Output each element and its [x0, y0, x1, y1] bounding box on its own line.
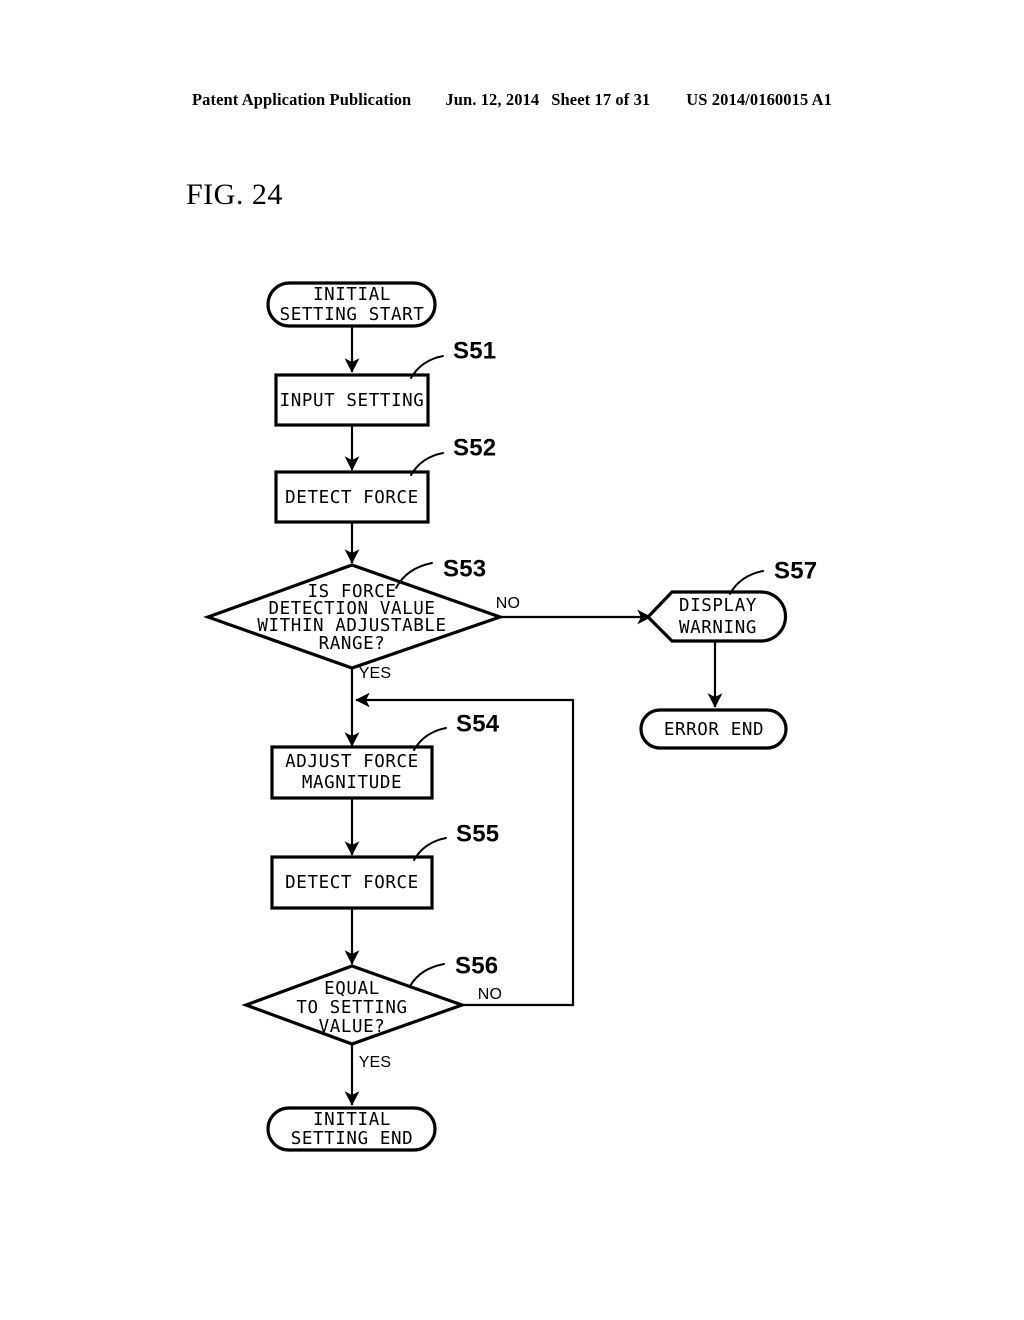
s54-step-number: S54 — [456, 710, 500, 737]
node-end: INITIAL SETTING END — [266, 1106, 437, 1152]
node-s56: EQUAL TO SETTING VALUE? S56 NO YES — [241, 952, 502, 1071]
end-label-line1: INITIAL — [313, 1110, 391, 1130]
s56-branch-no: NO — [478, 986, 502, 1003]
s57-label-line1: DISPLAY — [679, 596, 757, 616]
node-s52: DETECT FORCE S52 — [274, 434, 496, 524]
s55-label: DETECT FORCE — [285, 873, 419, 893]
s51-step-number: S51 — [453, 337, 496, 364]
flowchart-diagram: INITIAL SETTING START INPUT SETTING S51 … — [203, 281, 817, 1152]
end-label-line2: SETTING END — [291, 1129, 414, 1149]
s56-leader-line — [409, 963, 445, 987]
s54-label-line1: ADJUST FORCE — [285, 752, 419, 772]
s56-label-line1: EQUAL — [324, 979, 380, 999]
s56-label-line3: VALUE? — [319, 1017, 386, 1037]
s54-label-line2: MAGNITUDE — [302, 773, 402, 793]
node-s57: DISPLAY WARNING S57 — [645, 557, 817, 643]
s53-label-line3: WITHIN ADJUSTABLE — [257, 616, 446, 636]
s53-step-number: S53 — [443, 555, 486, 582]
s53-label-line4: RANGE? — [319, 634, 386, 654]
start-label-line1: INITIAL — [313, 285, 391, 305]
node-start: INITIAL SETTING START — [266, 281, 437, 328]
node-s54: ADJUST FORCE MAGNITUDE S54 — [270, 710, 500, 800]
s57-label-line2: WARNING — [679, 618, 757, 638]
node-error-end: ERROR END — [639, 708, 788, 750]
error-end-label: ERROR END — [664, 720, 764, 740]
page-canvas: Patent Application Publication Jun. 12, … — [0, 0, 1024, 1320]
start-label-line2: SETTING START — [280, 305, 425, 325]
s53-branch-yes: YES — [359, 665, 392, 682]
node-s53: IS FORCE DETECTION VALUE WITHIN ADJUSTAB… — [203, 555, 520, 682]
s57-step-number: S57 — [774, 557, 817, 584]
s53-branch-no: NO — [496, 595, 520, 612]
s56-branch-yes: YES — [359, 1054, 392, 1071]
node-s51: INPUT SETTING S51 — [274, 337, 496, 427]
node-s55: DETECT FORCE S55 — [270, 820, 499, 910]
s55-step-number: S55 — [456, 820, 499, 847]
s56-label-line2: TO SETTING — [296, 998, 407, 1018]
s56-step-number: S56 — [455, 952, 498, 979]
s52-step-number: S52 — [453, 434, 496, 461]
s51-label: INPUT SETTING — [280, 391, 425, 411]
s52-label: DETECT FORCE — [285, 488, 419, 508]
